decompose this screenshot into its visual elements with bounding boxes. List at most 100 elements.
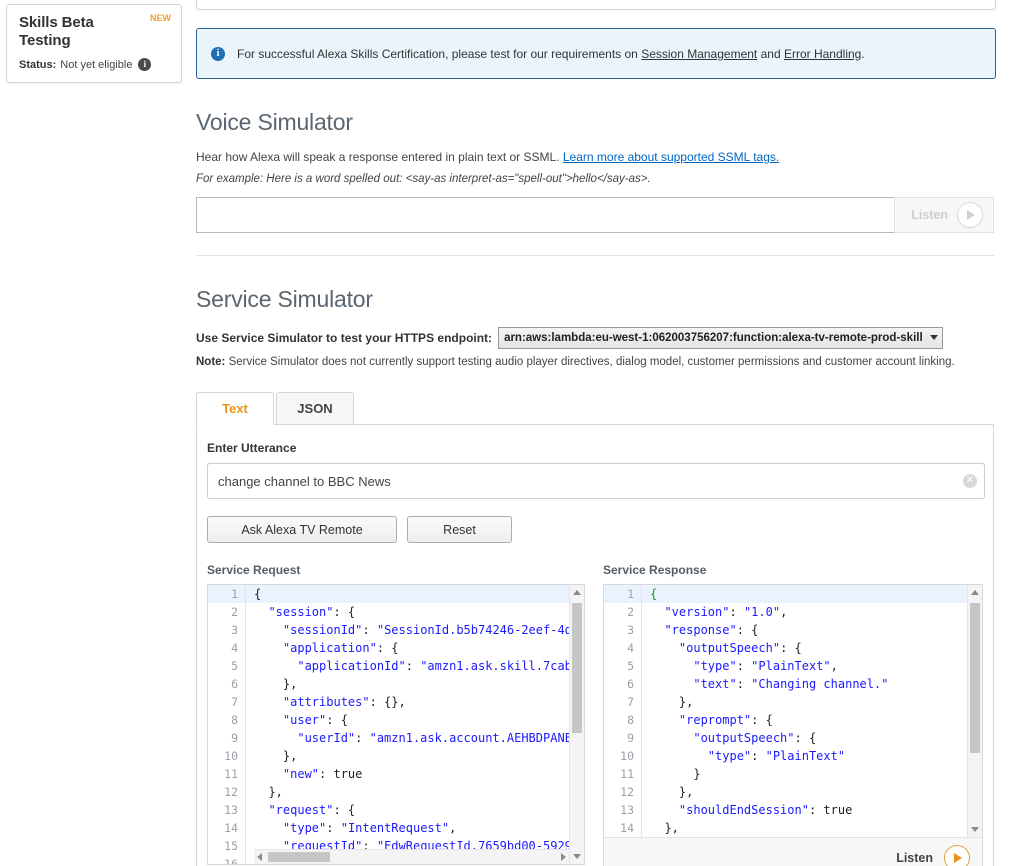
voice-simulator-listen-button: Listen: [894, 197, 994, 233]
voice-simulator-input[interactable]: [196, 197, 894, 233]
code-line-text: "response": {: [664, 623, 759, 637]
code-line-text: "type": "PlainText": [707, 749, 846, 763]
simulator-tabs: Text JSON: [196, 392, 996, 425]
code-line-text: "userId": "amzn1.ask.account.AEHBDPANEK: [297, 731, 580, 745]
utterance-input[interactable]: [207, 463, 985, 499]
service-response-pane: Service Response 1{2 "version": "1.0", 3 …: [603, 563, 983, 866]
skills-beta-testing-card[interactable]: Skills Beta Testing NEW Status: Not yet …: [6, 4, 182, 83]
line-number: 3: [208, 621, 246, 639]
beta-status-value: Not yet eligible: [60, 58, 133, 71]
line-number: 16: [208, 855, 246, 864]
code-line-text: "outputSpeech": {: [693, 731, 817, 745]
code-line: 10 "type": "PlainText": [604, 747, 982, 765]
line-number: 10: [604, 747, 642, 765]
code-line: 9 "outputSpeech": {: [604, 729, 982, 747]
code-line-text: "applicationId": "amzn1.ask.skill.7cab3: [297, 659, 580, 673]
code-line-text: "session": {: [268, 605, 356, 619]
code-line-text: "reprompt": {: [678, 713, 773, 727]
certification-info-banner: i For successful Alexa Skills Certificat…: [196, 28, 996, 79]
code-line: 2 "version": "1.0",: [604, 603, 982, 621]
service-request-editor[interactable]: 1{2 "session": { 3 "sessionId": "SessionI…: [207, 584, 585, 865]
reset-button[interactable]: Reset: [407, 516, 512, 543]
service-request-title: Service Request: [207, 563, 301, 577]
request-hscroll-thumb[interactable]: [268, 852, 330, 862]
code-line-text: },: [650, 785, 694, 799]
utterance-input-wrap: ✕: [207, 463, 985, 499]
clear-icon[interactable]: ✕: [963, 474, 977, 488]
request-horizontal-scrollbar[interactable]: [254, 849, 569, 864]
code-line: 11 }: [604, 765, 982, 783]
alert-text-after: .: [861, 46, 865, 61]
voice-simulator-input-row: Listen: [196, 197, 994, 233]
code-line: 6 "text": "Changing channel.": [604, 675, 982, 693]
code-line: 1{: [208, 585, 584, 603]
line-number: 7: [208, 693, 246, 711]
code-line-text: "request": {: [268, 803, 356, 817]
code-line: 6 },: [208, 675, 584, 693]
code-line-text: },: [650, 695, 694, 709]
request-vscroll-thumb[interactable]: [572, 603, 582, 733]
code-line-text: "user": {: [282, 713, 348, 727]
code-line: 3 "response": {: [604, 621, 982, 639]
note-bold-label: Note:: [196, 356, 226, 368]
voice-simulator-heading: Voice Simulator: [196, 109, 353, 135]
request-response-panes: Service Request 1{2 "session": { 3 "sessi…: [207, 563, 983, 866]
request-vertical-scrollbar[interactable]: [569, 585, 584, 864]
ssml-tags-link[interactable]: Learn more about supported SSML tags.: [563, 150, 779, 164]
info-icon[interactable]: i: [138, 58, 152, 71]
play-icon[interactable]: [944, 844, 970, 866]
service-request-pane: Service Request 1{2 "session": { 3 "sessi…: [207, 563, 585, 866]
scroll-right-icon[interactable]: [561, 853, 566, 861]
response-vscroll-thumb[interactable]: [970, 603, 980, 753]
code-line-text: "application": {: [282, 641, 399, 655]
line-number: 4: [604, 639, 642, 657]
page-root: Skills Beta Testing NEW Status: Not yet …: [0, 0, 1030, 866]
line-number: 15: [208, 837, 246, 855]
code-line: 4 "outputSpeech": {: [604, 639, 982, 657]
session-management-link[interactable]: Session Management: [641, 47, 757, 61]
voice-simulator-example: For example: Here is a word spelled out:…: [196, 173, 651, 185]
service-response-title: Service Response: [603, 563, 707, 577]
tab-json[interactable]: JSON: [276, 392, 354, 424]
line-number: 11: [208, 765, 246, 783]
line-number: 8: [208, 711, 246, 729]
code-line-text: {: [650, 587, 658, 601]
code-line: 9 "userId": "amzn1.ask.account.AEHBDPANE…: [208, 729, 584, 747]
response-vertical-scrollbar[interactable]: [967, 585, 982, 837]
new-badge: NEW: [150, 13, 171, 23]
code-line: 13 "shouldEndSession": true: [604, 801, 982, 819]
code-line: 8 "reprompt": {: [604, 711, 982, 729]
line-number: 13: [604, 801, 642, 819]
response-listen-label: Listen: [896, 850, 933, 865]
simulator-tab-panel: Enter Utterance ✕ Ask Alexa TV Remote Re…: [196, 424, 994, 866]
code-line-text: "type": "IntentRequest",: [282, 821, 457, 835]
line-number: 3: [604, 621, 642, 639]
endpoint-dropdown[interactable]: arn:aws:lambda:eu-west-1:062003756207:fu…: [498, 327, 943, 349]
line-number: 6: [208, 675, 246, 693]
line-number: 2: [208, 603, 246, 621]
ask-skill-button[interactable]: Ask Alexa TV Remote: [207, 516, 397, 543]
code-line: 12 },: [604, 783, 982, 801]
code-line-text: },: [254, 677, 298, 691]
line-number: 12: [604, 783, 642, 801]
code-line: 5 "type": "PlainText",: [604, 657, 982, 675]
scroll-left-icon[interactable]: [257, 853, 262, 861]
line-number: 5: [208, 657, 246, 675]
code-line: 7 },: [604, 693, 982, 711]
line-number: 14: [604, 819, 642, 837]
code-line: 3 "sessionId": "SessionId.b5b74246-2eef-…: [208, 621, 584, 639]
service-response-code: 1{2 "version": "1.0", 3 "response": {4 "o…: [604, 585, 982, 837]
code-line-text: }: [650, 767, 701, 781]
scroll-down-icon[interactable]: [971, 827, 979, 832]
scroll-up-icon[interactable]: [971, 590, 979, 595]
error-handling-link[interactable]: Error Handling: [784, 47, 861, 61]
line-number: 4: [208, 639, 246, 657]
scroll-down-icon[interactable]: [573, 854, 581, 859]
tab-text[interactable]: Text: [196, 392, 274, 425]
code-line-text: },: [254, 749, 298, 763]
scroll-up-icon[interactable]: [573, 590, 581, 595]
service-response-editor[interactable]: 1{2 "version": "1.0", 3 "response": {4 "o…: [603, 584, 983, 837]
endpoint-selected-value: arn:aws:lambda:eu-west-1:062003756207:fu…: [504, 331, 923, 344]
note-body: Service Simulator does not currently sup…: [225, 356, 955, 368]
code-line: 5 "applicationId": "amzn1.ask.skill.7cab…: [208, 657, 584, 675]
